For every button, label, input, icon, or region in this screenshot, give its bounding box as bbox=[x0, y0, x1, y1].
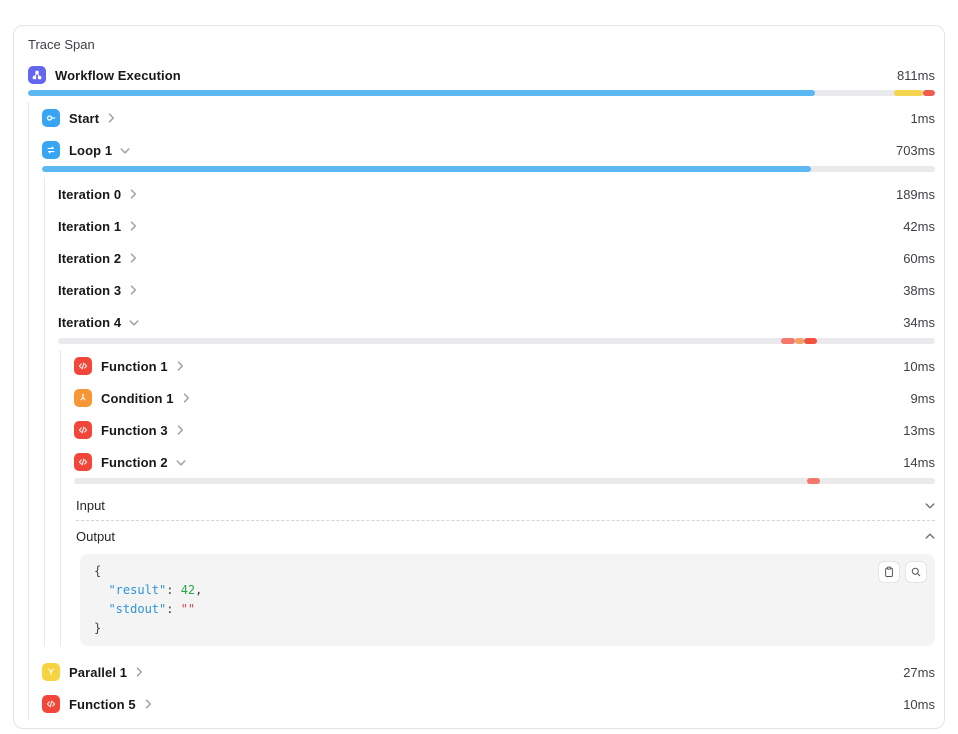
span-label: Iteration 0 bbox=[58, 187, 121, 202]
loop1-children: Iteration 0 189ms Iteration 1 42ms Itera… bbox=[44, 178, 935, 646]
span-row-parallel1[interactable]: Parallel 1 27ms bbox=[42, 656, 935, 688]
span-duration: 10ms bbox=[903, 697, 935, 712]
code-actions bbox=[878, 561, 927, 583]
chevron-down-icon[interactable] bbox=[129, 318, 139, 327]
expand-search-button[interactable] bbox=[905, 561, 927, 583]
input-section-toggle[interactable]: Input bbox=[76, 490, 935, 521]
workflow-children: Start 1ms Loop 1 703ms Iteration 0 bbox=[28, 102, 935, 720]
json-string-value: "" bbox=[181, 602, 195, 616]
chevron-right-icon[interactable] bbox=[129, 221, 138, 231]
chevron-right-icon[interactable] bbox=[182, 393, 191, 403]
workflow-timeline-bar bbox=[28, 90, 935, 96]
loop-repeat-icon bbox=[42, 141, 60, 159]
span-row-iteration3[interactable]: Iteration 3 38ms bbox=[58, 274, 935, 306]
chevron-right-icon[interactable] bbox=[176, 425, 185, 435]
chevron-down-icon[interactable] bbox=[925, 501, 935, 510]
span-duration: 14ms bbox=[903, 455, 935, 470]
output-section-toggle[interactable]: Output bbox=[76, 521, 935, 552]
span-row-workflow-execution[interactable]: Workflow Execution 811ms bbox=[28, 60, 935, 90]
function2-io-panel: Input Output bbox=[74, 490, 935, 646]
span-label: Function 3 bbox=[101, 423, 168, 438]
span-duration: 60ms bbox=[903, 251, 935, 266]
span-row-function5[interactable]: Function 5 10ms bbox=[42, 688, 935, 720]
output-code-block: { "result": 42, "stdout": "" } bbox=[80, 554, 935, 646]
panel-title: Trace Span bbox=[28, 36, 935, 54]
condition-branch-icon bbox=[74, 389, 92, 407]
output-section-label: Output bbox=[76, 529, 115, 544]
workflow-nodes-icon bbox=[28, 66, 46, 84]
span-label: Condition 1 bbox=[101, 391, 174, 406]
input-section-label: Input bbox=[76, 498, 105, 513]
span-row-condition1[interactable]: Condition 1 9ms bbox=[74, 382, 935, 414]
chevron-right-icon[interactable] bbox=[129, 285, 138, 295]
parallel-branch-icon bbox=[42, 663, 60, 681]
span-row-loop1[interactable]: Loop 1 703ms bbox=[42, 134, 935, 166]
loop1-timeline-bar bbox=[42, 166, 935, 172]
span-label: Start bbox=[69, 111, 99, 126]
span-label: Iteration 1 bbox=[58, 219, 121, 234]
code-function-icon bbox=[74, 453, 92, 471]
span-duration: 703ms bbox=[896, 143, 935, 158]
clipboard-icon bbox=[883, 566, 895, 578]
span-duration: 9ms bbox=[910, 391, 935, 406]
span-label: Iteration 2 bbox=[58, 251, 121, 266]
copy-button[interactable] bbox=[878, 561, 900, 583]
code-function-icon bbox=[42, 695, 60, 713]
chevron-right-icon[interactable] bbox=[129, 253, 138, 263]
code-function-icon bbox=[74, 421, 92, 439]
chevron-up-icon[interactable] bbox=[925, 532, 935, 541]
start-node-icon bbox=[42, 109, 60, 127]
span-label: Iteration 4 bbox=[58, 315, 121, 330]
span-row-function1[interactable]: Function 1 10ms bbox=[74, 350, 935, 382]
span-duration: 42ms bbox=[903, 219, 935, 234]
span-row-start[interactable]: Start 1ms bbox=[42, 102, 935, 134]
chevron-right-icon[interactable] bbox=[176, 361, 185, 371]
json-number-value: 42 bbox=[181, 583, 195, 597]
span-duration: 189ms bbox=[896, 187, 935, 202]
code-function-icon bbox=[74, 357, 92, 375]
iteration4-timeline-bar bbox=[58, 338, 935, 344]
span-label: Iteration 3 bbox=[58, 283, 121, 298]
span-row-function3[interactable]: Function 3 13ms bbox=[74, 414, 935, 446]
json-key: "result" bbox=[108, 583, 166, 597]
span-label: Function 2 bbox=[101, 455, 168, 470]
span-row-iteration2[interactable]: Iteration 2 60ms bbox=[58, 242, 935, 274]
span-row-iteration4[interactable]: Iteration 4 34ms bbox=[58, 306, 935, 338]
json-key: "stdout" bbox=[108, 602, 166, 616]
span-label: Workflow Execution bbox=[55, 68, 181, 83]
output-json-code: { "result": 42, "stdout": "" } bbox=[94, 562, 923, 638]
chevron-right-icon[interactable] bbox=[135, 667, 144, 677]
span-duration: 10ms bbox=[903, 359, 935, 374]
span-label: Function 5 bbox=[69, 697, 136, 712]
span-label: Function 1 bbox=[101, 359, 168, 374]
span-label: Parallel 1 bbox=[69, 665, 127, 680]
span-duration: 13ms bbox=[903, 423, 935, 438]
span-duration: 38ms bbox=[903, 283, 935, 298]
span-duration: 27ms bbox=[903, 665, 935, 680]
span-duration: 1ms bbox=[910, 111, 935, 126]
chevron-down-icon[interactable] bbox=[120, 146, 130, 155]
magnifier-icon bbox=[910, 566, 922, 578]
span-row-iteration0[interactable]: Iteration 0 189ms bbox=[58, 178, 935, 210]
chevron-right-icon[interactable] bbox=[144, 699, 153, 709]
chevron-down-icon[interactable] bbox=[176, 458, 186, 467]
span-label: Loop 1 bbox=[69, 143, 112, 158]
span-duration: 811ms bbox=[897, 68, 935, 83]
iteration4-children: Function 1 10ms Condition 1 9ms bbox=[60, 350, 935, 646]
span-row-function2[interactable]: Function 2 14ms bbox=[74, 446, 935, 478]
span-row-iteration1[interactable]: Iteration 1 42ms bbox=[58, 210, 935, 242]
chevron-right-icon[interactable] bbox=[107, 113, 116, 123]
function2-timeline-bar bbox=[74, 478, 935, 484]
trace-span-panel: Trace Span Workflow Execution 811ms Star… bbox=[13, 25, 945, 729]
chevron-right-icon[interactable] bbox=[129, 189, 138, 199]
span-duration: 34ms bbox=[903, 315, 935, 330]
